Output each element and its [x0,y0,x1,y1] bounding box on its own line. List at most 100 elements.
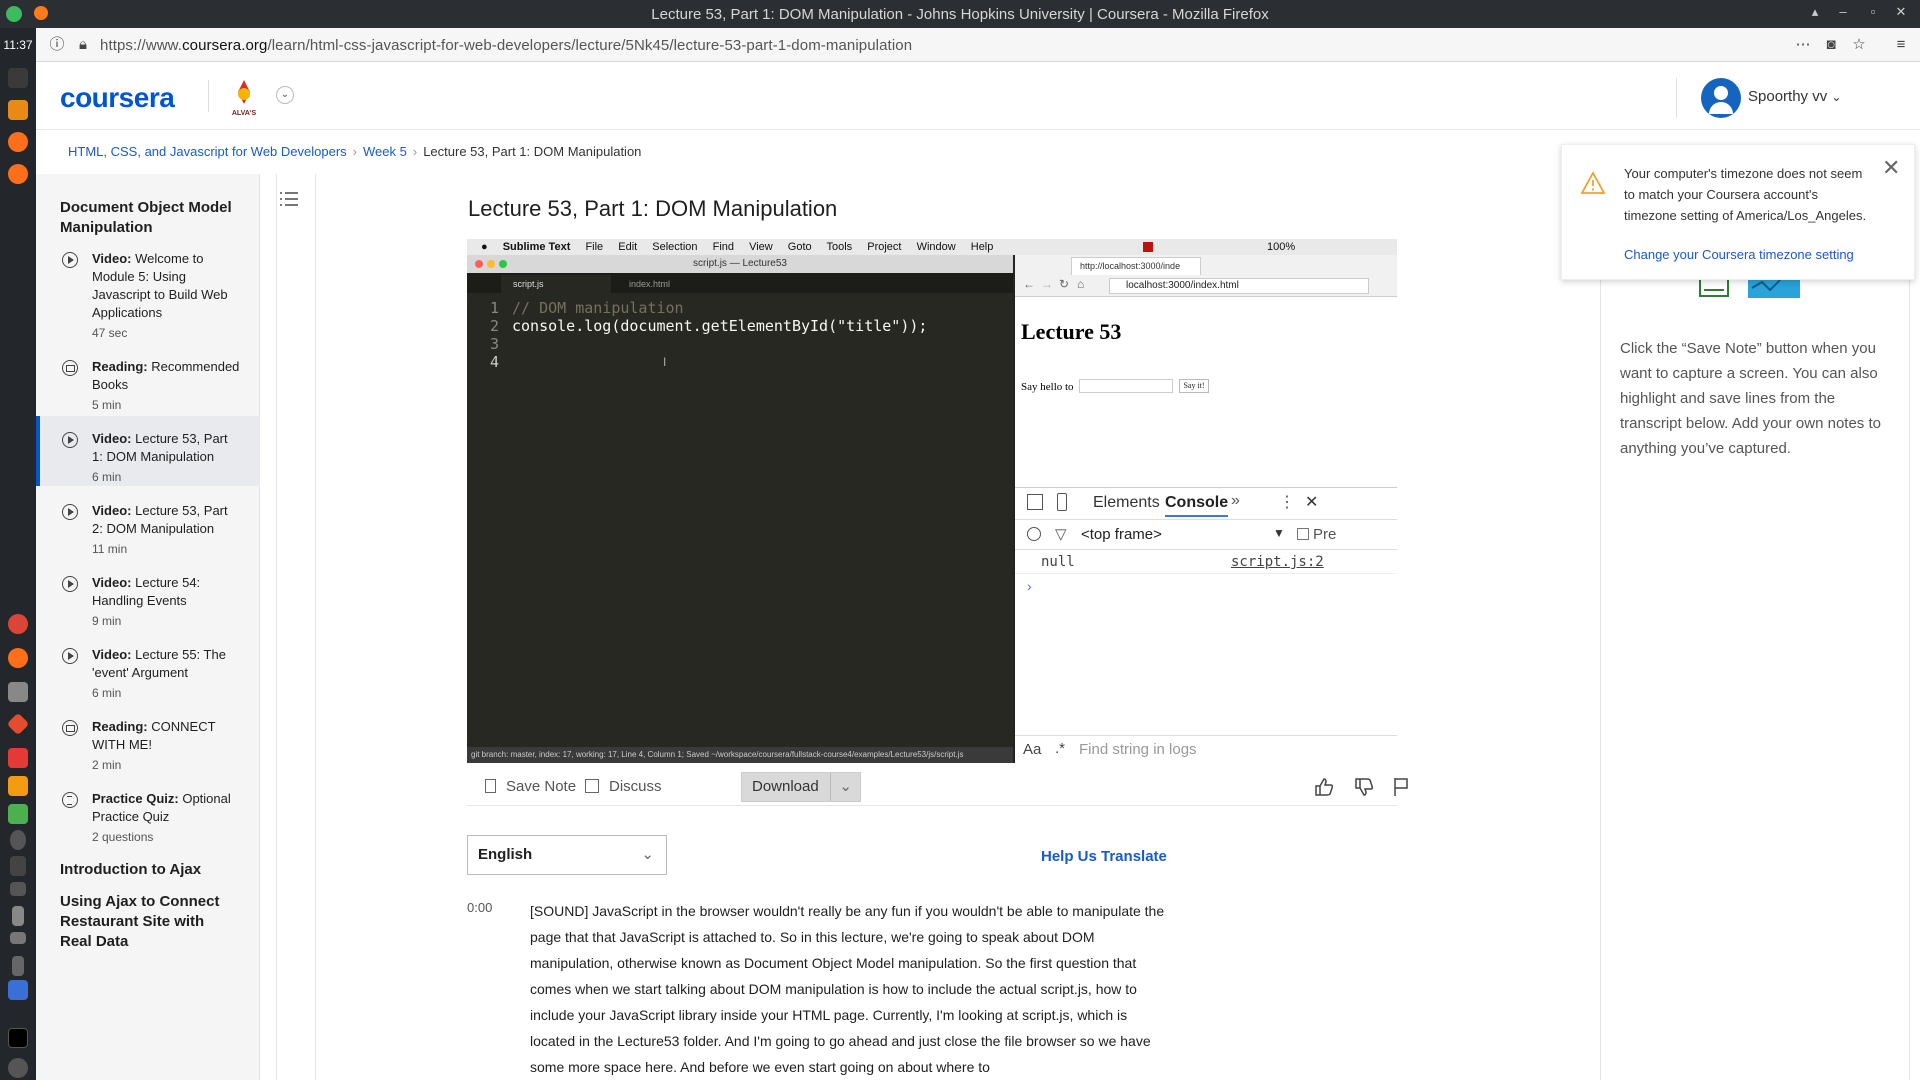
vlc-icon[interactable] [8,776,28,796]
firefox-icon[interactable] [8,648,28,668]
timezone-settings-link[interactable]: Change your Coursera timezone setting [1624,247,1854,262]
sidebar-item-active[interactable]: Video: Lecture 53, Part 1: DOM Manipulat… [36,416,260,486]
console-log-line: null script.js:2 [1015,550,1397,574]
item-duration: 6 min [92,686,122,700]
chevron-down-icon[interactable]: ⌄ [276,86,294,104]
item-type: Video: [92,251,132,266]
pocket-icon[interactable]: ◙ [1822,36,1840,54]
language-select[interactable]: English ⌄ [467,835,667,875]
say-it-button: Say it! [1179,379,1209,393]
page-actions-icon[interactable]: ⋯ [1794,36,1812,54]
item-type: Video: [92,503,132,518]
play-icon [62,432,78,448]
devtools-find-bar: Aa .* Find string in logs [1015,735,1397,763]
video-menu-item: View [749,241,773,253]
editor-window-title: script.js — Lecture53 [467,255,1013,273]
chrome-toolbar: http://localhost:3000/inde ← → ↻ ⌂ local… [1015,255,1397,297]
flag-icon[interactable] [1391,776,1411,798]
settings-icon[interactable] [8,1058,28,1078]
inspect-icon [1027,494,1043,510]
line-number: 1 [489,299,499,317]
discuss-button[interactable]: Discuss [585,772,662,802]
sidebar-item[interactable]: Practice Quiz: Optional Practice Quiz 2 q… [36,790,260,846]
save-note-button[interactable]: Save Note [485,772,576,802]
volume-icon[interactable] [10,856,26,876]
item-type: Video: [92,431,132,446]
devtools-tab-console: Console [1165,494,1229,517]
clip-icon[interactable] [12,956,24,976]
sidebar-item[interactable]: Video: Welcome to Module 5: Using Javasc… [36,250,260,340]
video-menu-item: Project [867,241,902,253]
sidebar-section-ajax[interactable]: Introduction to Ajax [60,860,250,880]
firefox-icon[interactable] [8,980,28,1000]
battery-icon[interactable] [12,906,24,926]
dock-app-icon[interactable] [8,68,28,88]
sidebar-item[interactable]: Reading: Recommended Books 5 min [36,358,260,412]
item-duration: 9 min [92,614,122,628]
name-input [1079,379,1173,393]
sidebar-item[interactable]: Video: Lecture 54: Handling Events 9 min [36,574,260,630]
os-dock: 11:37 [0,28,36,1080]
breadcrumb-course[interactable]: HTML, CSS, and Javascript for Web Develo… [68,144,347,159]
clear-console-icon [1027,527,1041,541]
chrome-icon[interactable] [8,614,28,634]
transcript-text[interactable]: [SOUND] JavaScript in the browser wouldn… [530,898,1170,1080]
close-icon: ✕ [1305,494,1319,511]
firefox-icon[interactable] [8,132,28,152]
video-menu-item: Window [916,241,956,253]
sidebar-section-ajax-restaurant[interactable]: Using Ajax to Connect Restaurant Site wi… [60,892,230,952]
window-title: Lecture 53, Part 1: DOM Manipulation - J… [651,6,1269,23]
header-divider [208,80,209,112]
play-icon [62,648,78,664]
preserve-checkbox [1297,528,1309,540]
warning-icon [1580,171,1606,194]
reload-icon: ↻ [1059,277,1070,291]
avatar[interactable] [1701,78,1741,118]
sidebar-item[interactable]: Video: Lecture 53, Part 2: DOM Manipulat… [36,502,260,558]
frame-select: <top frame> [1081,526,1162,543]
breadcrumb: HTML, CSS, and Javascript for Web Develo… [68,144,641,159]
sidebar-item[interactable]: Video: Lecture 55: The 'event' Argument 6… [36,646,260,702]
thumbs-down-icon[interactable] [1353,776,1375,798]
thumbs-up-icon[interactable] [1313,776,1335,798]
coursera-logo[interactable]: coursera [60,82,175,114]
wifi-icon[interactable] [10,932,26,944]
transcript-timestamp[interactable]: 0:00 [467,900,492,915]
close-icon[interactable]: ✕ [1882,157,1900,179]
files-icon[interactable] [8,682,28,702]
chevron-right-icon: › [412,144,418,159]
app-icon[interactable] [8,804,28,824]
vlc-icon[interactable] [8,100,28,120]
breadcrumb-week[interactable]: Week 5 [363,144,407,159]
video-player[interactable]: ● Sublime Text File Edit Selection Find … [467,239,1397,763]
module-title[interactable]: Document Object Model Manipulation [60,198,250,238]
course-sidebar: Document Object Model Manipulation Video… [36,174,260,1080]
site-info-icon[interactable]: ⓘ [48,36,66,54]
sidebar-item[interactable]: Reading: CONNECT WITH ME! 2 min [36,718,260,774]
calendar-icon[interactable] [8,748,28,768]
git-icon[interactable] [6,712,30,736]
minimize-icon[interactable]: – [1836,5,1850,19]
video-menu-item: Edit [618,241,638,253]
url-field[interactable]: https://www.coursera.org/learn/html-css-… [100,37,912,54]
book-icon [62,720,78,736]
user-menu[interactable]: Spoorthy vv ⌄ [1748,88,1841,105]
line-number: 2 [489,317,499,335]
toc-list-icon[interactable] [276,186,302,212]
firefox-icon[interactable] [8,164,28,184]
help-translate-link[interactable]: Help Us Translate [1041,848,1167,865]
partner-logo-icon[interactable] [228,78,260,114]
restore-icon[interactable]: ▫ [1866,5,1880,19]
video-menu-item: Find [712,241,734,253]
play-icon [62,252,78,268]
close-window-icon[interactable]: ✕ [1894,5,1908,19]
hamburger-menu-icon[interactable]: ≡ [1892,36,1910,54]
eject-icon[interactable] [10,882,26,896]
window-up-icon[interactable]: ▴ [1808,5,1822,19]
bookmark-star-icon[interactable]: ☆ [1850,36,1868,54]
download-button[interactable]: Download ⌄ [741,772,861,802]
bluetooth-icon[interactable] [10,830,26,850]
preserve-label: Pre [1313,526,1337,543]
x-app-icon[interactable] [8,1028,28,1048]
mac-min-dot [487,260,495,268]
